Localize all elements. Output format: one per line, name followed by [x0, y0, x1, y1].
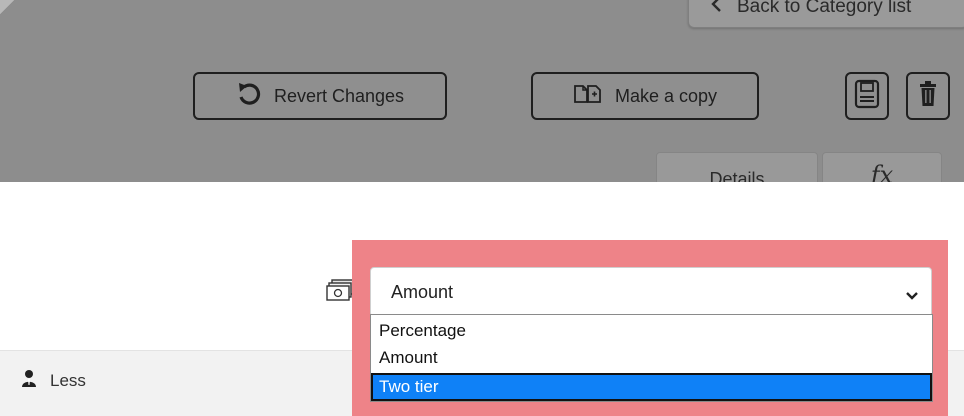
- undo-icon: [236, 82, 262, 111]
- user-icon: [22, 369, 36, 392]
- corner-decoration: [0, 0, 14, 14]
- amount-type-select[interactable]: Amount: [370, 267, 932, 317]
- option-percentage[interactable]: Percentage: [371, 317, 932, 345]
- make-a-copy-label: Make a copy: [614, 85, 718, 106]
- modal-backdrop-header: Back to Category list Revert Changes Mak…: [0, 0, 964, 182]
- revert-changes-button[interactable]: Revert Changes: [193, 72, 447, 120]
- tab-details-label: Details: [709, 169, 765, 182]
- select-options-list: Percentage Amount Two tier: [370, 314, 933, 402]
- option-amount[interactable]: Amount: [371, 344, 932, 372]
- select-value: Amount: [391, 281, 454, 302]
- make-a-copy-button[interactable]: Make a copy: [531, 72, 759, 120]
- revert-changes-label: Revert Changes: [273, 85, 405, 106]
- back-button-label: Back to Category list: [737, 0, 912, 17]
- back-to-category-list-button[interactable]: Back to Category list: [688, 0, 964, 28]
- copy-icon: [573, 83, 603, 110]
- less-toggle[interactable]: Less: [22, 369, 86, 392]
- option-two-tier[interactable]: Two tier: [371, 373, 932, 401]
- save-button[interactable]: [845, 72, 889, 120]
- tab-formula[interactable]: fx: [822, 152, 942, 182]
- footer-bar-edge: [948, 350, 964, 416]
- chevron-down-icon: [905, 285, 919, 306]
- save-icon: [854, 79, 880, 114]
- trash-icon: [918, 80, 938, 113]
- tab-formula-label: fx: [870, 161, 894, 182]
- chevron-left-icon: [711, 0, 723, 18]
- tab-details[interactable]: Details: [656, 152, 818, 182]
- delete-button[interactable]: [906, 72, 950, 120]
- less-label: Less: [50, 370, 86, 390]
